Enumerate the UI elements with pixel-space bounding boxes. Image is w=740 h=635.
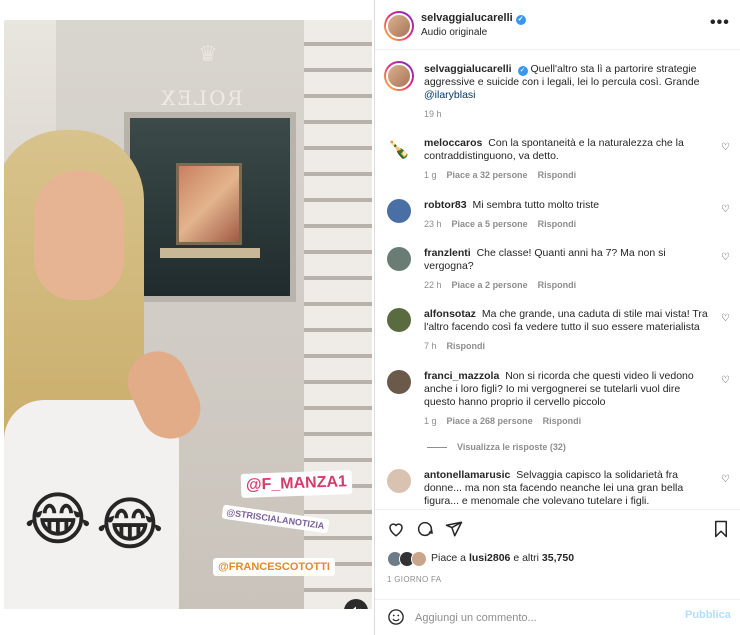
comment-username[interactable]: antonellamarusic bbox=[424, 469, 510, 481]
comment-likes[interactable]: Piace a 2 persone bbox=[452, 280, 528, 290]
avatar[interactable] bbox=[384, 61, 414, 91]
share-icon bbox=[445, 521, 463, 537]
reply-button[interactable]: Rispondi bbox=[543, 416, 582, 426]
avatar[interactable]: 🍾 bbox=[387, 137, 411, 161]
bookmark-icon bbox=[715, 520, 727, 538]
like-comment-heart-icon[interactable]: ♡ bbox=[721, 204, 730, 215]
like-comment-heart-icon[interactable]: ♡ bbox=[721, 142, 730, 153]
comment-time: 1 g bbox=[424, 170, 437, 180]
caption-time: 19 h bbox=[424, 109, 442, 119]
add-comment-bar: Pubblica bbox=[375, 599, 740, 635]
share-icon[interactable] bbox=[445, 520, 463, 543]
comment-meta: 7 h Rispondi bbox=[424, 341, 495, 351]
comment-input[interactable] bbox=[415, 607, 675, 629]
laughing-emoji-icon: 😂 bbox=[96, 490, 164, 558]
comment-username[interactable]: franci_mazzola bbox=[424, 370, 499, 382]
post-actions: Piace a lusi2806 e altri 35,750 1 GIORNO… bbox=[375, 509, 740, 599]
comment-meta: 1 g Piace a 32 persone Rispondi bbox=[424, 170, 586, 180]
comment-text: antonellamarusic Selvaggia capisco la so… bbox=[424, 469, 710, 508]
replies-divider bbox=[427, 447, 447, 449]
post-video[interactable]: ♛ ROLEX 😂 😂 @F_MANZA1 @STRISCIALANOTIZIA… bbox=[4, 20, 372, 609]
comment-time: 1 g bbox=[424, 416, 437, 426]
comment-text: alfonsotaz Ma che grande, una caduta di … bbox=[424, 308, 710, 334]
comment-username[interactable]: meloccaros bbox=[424, 137, 482, 149]
like-comment-heart-icon[interactable]: ♡ bbox=[721, 375, 730, 386]
avatar[interactable] bbox=[387, 199, 411, 223]
post-date: 1 GIORNO FA bbox=[387, 575, 442, 584]
reply-button[interactable]: Rispondi bbox=[538, 219, 577, 229]
comment-body: Mi sembra tutto molto triste bbox=[472, 199, 600, 211]
post-header: selvaggialucarelli ✓ Audio originale ••• bbox=[375, 0, 740, 50]
caption-text: selvaggialucarelli ✓ Quell'altro sta lì a… bbox=[424, 63, 710, 102]
comment-likes[interactable]: Piace a 32 persone bbox=[447, 170, 528, 180]
person-face bbox=[34, 170, 124, 300]
comment-meta: 23 h Piace a 5 persone Rispondi bbox=[424, 219, 586, 229]
emoji-picker-icon[interactable] bbox=[387, 608, 405, 631]
comment-username[interactable]: alfonsotaz bbox=[424, 308, 476, 320]
like-comment-heart-icon[interactable]: ♡ bbox=[721, 313, 730, 324]
avatar[interactable] bbox=[387, 308, 411, 332]
speaker-muted-icon bbox=[353, 606, 361, 609]
reply-button[interactable]: Rispondi bbox=[447, 341, 486, 351]
reply-button[interactable]: Rispondi bbox=[538, 280, 577, 290]
caption-meta: 19 h bbox=[424, 109, 452, 119]
heart-icon[interactable] bbox=[387, 520, 405, 543]
comment-text: robtor83 Mi sembra tutto molto triste bbox=[424, 199, 710, 212]
view-replies-label: Visualizza le risposte (32) bbox=[457, 442, 566, 452]
comment-time: 22 h bbox=[424, 280, 442, 290]
verified-badge-icon: ✓ bbox=[515, 15, 526, 25]
post-author: selvaggialucarelli ✓ bbox=[421, 12, 526, 25]
avatar bbox=[411, 551, 427, 567]
comments-list[interactable]: selvaggialucarelli ✓ Quell'altro sta lì a… bbox=[375, 51, 740, 509]
comment-text: franci_mazzola Non si ricorda che questi… bbox=[424, 370, 710, 409]
comment-username[interactable]: franzlenti bbox=[424, 247, 471, 259]
comment-meta: 1 g Piace a 268 persone Rispondi bbox=[424, 416, 591, 426]
store-sign-text: ROLEX bbox=[159, 86, 243, 110]
mention-sticker[interactable]: @F_MANZA1 bbox=[240, 470, 353, 498]
heart-icon bbox=[389, 523, 403, 537]
window-display bbox=[176, 163, 242, 245]
laughing-emoji-icon: 😂 bbox=[24, 485, 92, 553]
avatar[interactable] bbox=[384, 11, 414, 41]
comment-username[interactable]: robtor83 bbox=[424, 199, 467, 211]
comment-text: meloccaros Con la spontaneità e la natur… bbox=[424, 137, 710, 163]
likes-count-link[interactable]: 35,750 bbox=[542, 552, 574, 564]
comment-time: 7 h bbox=[424, 341, 437, 351]
avatar[interactable] bbox=[387, 469, 411, 493]
likes-summary: Piace a lusi2806 e altri 35,750 bbox=[431, 552, 574, 564]
crown-logo-icon: ♛ bbox=[198, 42, 218, 67]
store-sign: ♛ ROLEX bbox=[151, 42, 271, 122]
comment-text: franzlenti Che classe! Quanti anni ha 7?… bbox=[424, 247, 710, 273]
comment-icon bbox=[417, 521, 433, 537]
likes-user-link[interactable]: lusi2806 bbox=[469, 552, 510, 564]
comment-likes[interactable]: Piace a 268 persone bbox=[447, 416, 533, 426]
mention-sticker[interactable]: @FRANCESCOTOTTI bbox=[213, 558, 335, 576]
view-replies-button[interactable]: Visualizza le risposte (32) bbox=[427, 442, 566, 452]
comment-meta: 22 h Piace a 2 persone Rispondi bbox=[424, 280, 586, 290]
comment-icon[interactable] bbox=[416, 520, 434, 543]
smiley-icon bbox=[388, 609, 404, 625]
author-username[interactable]: selvaggialucarelli bbox=[421, 12, 513, 24]
likes-mid: e altri bbox=[510, 552, 542, 564]
more-options-icon[interactable]: ••• bbox=[710, 14, 730, 32]
publish-button[interactable]: Pubblica bbox=[685, 609, 731, 621]
avatar[interactable] bbox=[387, 370, 411, 394]
caption-mention-link[interactable]: @ilaryblasi bbox=[424, 89, 476, 101]
audio-link[interactable]: Audio originale bbox=[421, 27, 487, 38]
caption-username[interactable]: selvaggialucarelli bbox=[424, 63, 512, 75]
comment-time: 23 h bbox=[424, 219, 442, 229]
like-comment-heart-icon[interactable]: ♡ bbox=[721, 474, 730, 485]
post-side-panel: selvaggialucarelli ✓ Audio originale ••• … bbox=[374, 0, 740, 635]
likes-prefix: Piace a bbox=[431, 552, 469, 564]
bookmark-icon[interactable] bbox=[713, 520, 729, 543]
verified-badge-icon: ✓ bbox=[517, 66, 528, 76]
comment-likes[interactable]: Piace a 5 persone bbox=[452, 219, 528, 229]
avatar[interactable] bbox=[387, 247, 411, 271]
post-media-panel: ♛ ROLEX 😂 😂 @F_MANZA1 @STRISCIALANOTIZIA… bbox=[0, 0, 374, 635]
reply-button[interactable]: Rispondi bbox=[538, 170, 577, 180]
like-comment-heart-icon[interactable]: ♡ bbox=[721, 252, 730, 263]
